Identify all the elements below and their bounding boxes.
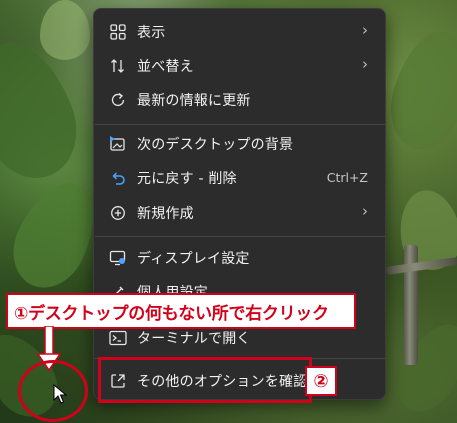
step2-badge: ② xyxy=(305,366,337,396)
menu-separator xyxy=(95,236,385,237)
menu-item-display-settings[interactable]: ディスプレイ設定 xyxy=(98,242,382,274)
menu-item-refresh[interactable]: 最新の情報に更新 xyxy=(98,84,382,116)
display-settings-icon xyxy=(109,249,127,267)
menu-item-label: 次のデスクトップの背景 xyxy=(137,137,294,153)
desktop-background[interactable]: 表示 › 並べ替え › 最新の情報に更新 次のデスクトップの背景 元に戻す - … xyxy=(0,0,457,423)
refresh-icon xyxy=(109,91,127,109)
foliage-decoration xyxy=(40,0,90,60)
shortcut-hint: Ctrl+Z xyxy=(326,170,368,185)
menu-item-next-background[interactable]: 次のデスクトップの背景 xyxy=(98,128,382,160)
sort-arrows-icon xyxy=(109,57,127,75)
foliage-decoration xyxy=(384,312,457,423)
menu-item-undo-delete[interactable]: 元に戻す - 削除 Ctrl+Z xyxy=(98,162,382,194)
step1-callout: ①デスクトップの何もない所で右クリック xyxy=(6,293,356,329)
menu-item-label: 最新の情報に更新 xyxy=(137,93,251,109)
terminal-icon xyxy=(109,329,127,347)
undo-icon xyxy=(109,169,127,187)
mouse-pointer-icon xyxy=(53,384,67,404)
menu-item-label: ターミナルで開く xyxy=(137,331,251,347)
menu-item-view[interactable]: 表示 › xyxy=(98,16,382,48)
foliage-decoration xyxy=(380,22,457,158)
menu-item-label: 新規作成 xyxy=(137,206,194,222)
chevron-right-icon: › xyxy=(362,21,368,39)
menu-item-new[interactable]: 新規作成 › xyxy=(98,197,382,229)
next-background-icon xyxy=(109,135,127,153)
highlight-box-more-options xyxy=(98,357,312,403)
chevron-right-icon: › xyxy=(362,202,368,220)
menu-separator xyxy=(95,124,385,125)
menu-item-label: 並べ替え xyxy=(137,59,194,75)
menu-item-label: 元に戻す - 削除 xyxy=(137,171,237,187)
chevron-right-icon: › xyxy=(362,55,368,73)
menu-item-label: ディスプレイ設定 xyxy=(137,251,250,267)
desktop-context-menu: 表示 › 並べ替え › 最新の情報に更新 次のデスクトップの背景 元に戻す - … xyxy=(93,8,386,400)
menu-item-sort[interactable]: 並べ替え › xyxy=(98,50,382,82)
new-plus-icon xyxy=(109,204,127,222)
menu-item-label: 表示 xyxy=(137,25,166,41)
grid-view-icon xyxy=(109,23,127,41)
